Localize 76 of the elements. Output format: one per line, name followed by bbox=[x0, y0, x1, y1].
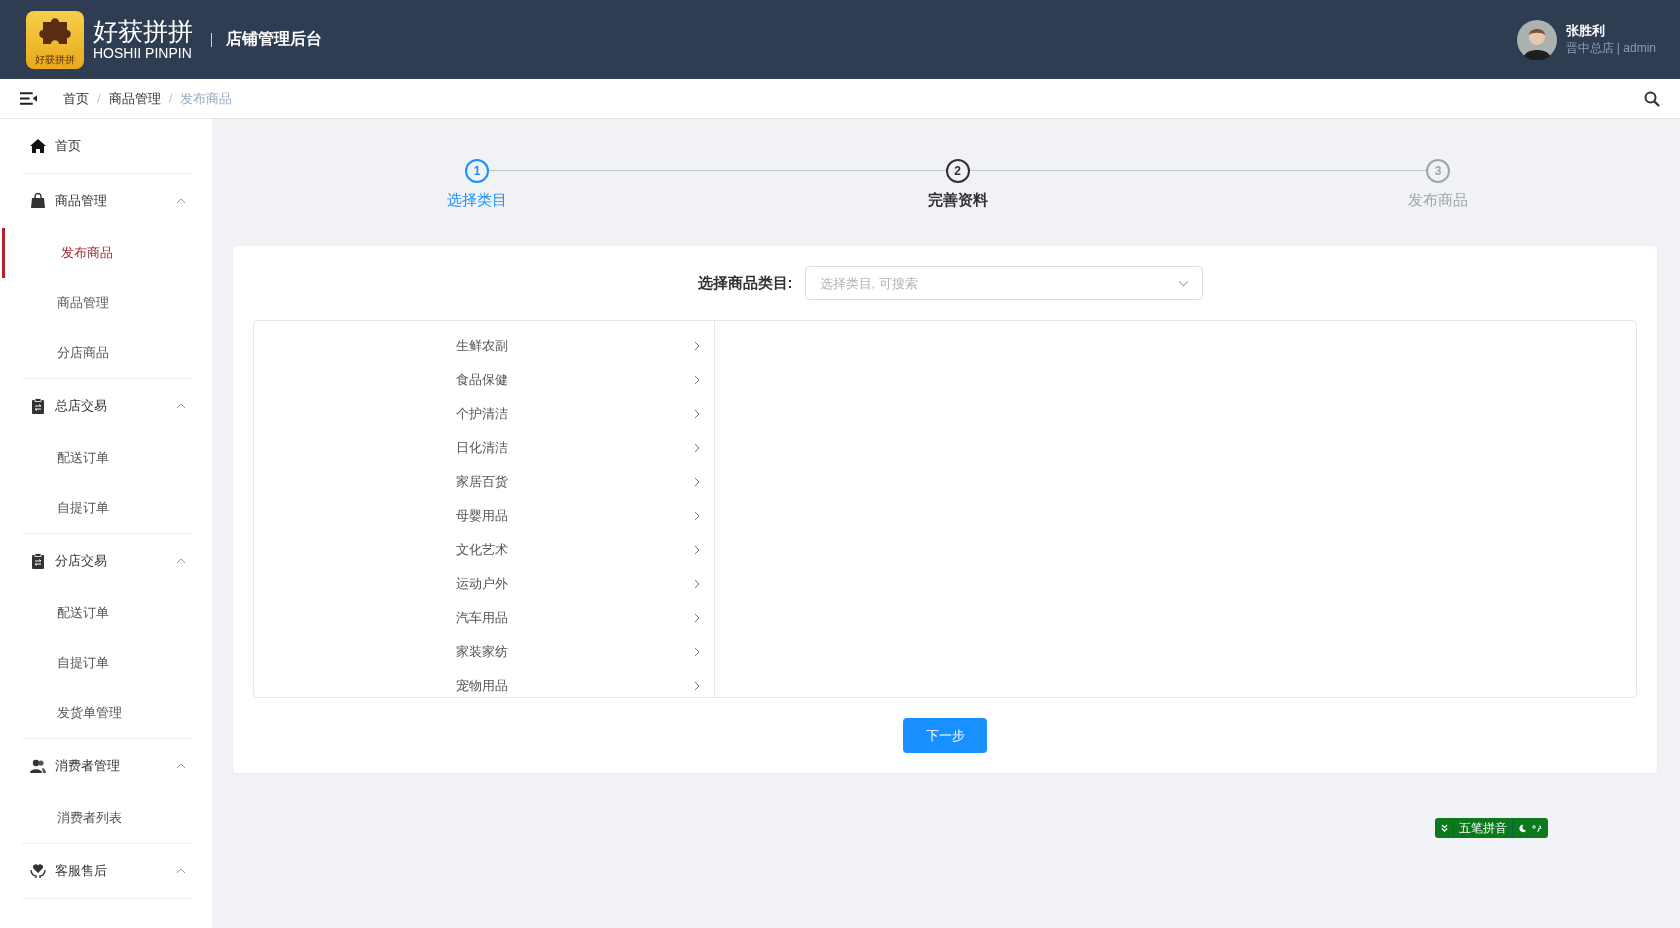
category-item[interactable]: 汽车用品 bbox=[254, 601, 714, 635]
system-title: 店铺管理后台 bbox=[226, 29, 322, 49]
form-label: 选择商品类目: bbox=[697, 273, 793, 293]
brand-subtitle: HOSHII PINPIN bbox=[93, 45, 193, 61]
sidebar-item[interactable]: 首页 bbox=[22, 119, 192, 173]
sidebar-subitem[interactable]: 配送订单 bbox=[22, 433, 192, 483]
sidebar-item[interactable]: 分店交易 bbox=[22, 534, 192, 588]
breadcrumb-separator: / bbox=[97, 91, 101, 106]
caret-icon bbox=[1177, 280, 1189, 287]
category-item[interactable]: 食品保健 bbox=[254, 363, 714, 397]
chevron-right-icon bbox=[694, 511, 700, 521]
input-method-label[interactable]: 五笔拼音 bbox=[1453, 819, 1513, 837]
category-item[interactable]: 文化艺术 bbox=[254, 533, 714, 567]
avatar[interactable] bbox=[1516, 19, 1557, 60]
chevron-right-icon bbox=[694, 375, 700, 385]
chevron-up-icon bbox=[176, 763, 186, 769]
breadcrumb-current: 发布商品 bbox=[180, 89, 233, 108]
sidebar-subitem[interactable]: 发布商品 bbox=[22, 228, 192, 278]
category-item[interactable]: 日化清洁 bbox=[254, 431, 714, 465]
punctuation-icon[interactable] bbox=[1532, 824, 1542, 832]
sidebar-subitem[interactable]: 配送订单 bbox=[22, 588, 192, 638]
category-item[interactable]: 母婴用品 bbox=[254, 499, 714, 533]
step-label: 发布商品 bbox=[1408, 191, 1468, 210]
heart-hand-icon bbox=[30, 863, 46, 879]
chevron-right-icon bbox=[694, 477, 700, 487]
clipboard-icon bbox=[30, 398, 46, 414]
chevron-right-icon bbox=[694, 341, 700, 351]
moon-icon[interactable] bbox=[1518, 823, 1527, 833]
brand-name: 好获拼拼 bbox=[93, 18, 193, 45]
sidebar-subitem[interactable]: 消费者列表 bbox=[22, 793, 192, 843]
category-item[interactable]: 运动户外 bbox=[254, 567, 714, 601]
logo-text: 好获拼拼 bbox=[35, 54, 75, 65]
shopping-bag-icon bbox=[30, 193, 46, 209]
breadcrumb-link[interactable]: 商品管理 bbox=[108, 89, 161, 108]
chevron-right-icon bbox=[694, 545, 700, 555]
chevron-right-icon bbox=[694, 613, 700, 623]
step-number: 2 bbox=[945, 159, 970, 183]
chevron-up-icon bbox=[176, 868, 186, 874]
chevron-right-icon bbox=[694, 409, 700, 419]
sidebar-item[interactable]: 客服售后 bbox=[22, 844, 192, 898]
category-item[interactable]: 宠物用品 bbox=[254, 669, 714, 697]
sidebar-subitem[interactable]: 发货单管理 bbox=[22, 688, 192, 738]
chevron-up-icon bbox=[176, 198, 186, 204]
sidebar-subitem[interactable]: 自提订单 bbox=[22, 483, 192, 533]
double-chevron-icon[interactable] bbox=[1441, 823, 1448, 833]
sidebar-item[interactable]: 总店交易 bbox=[22, 379, 192, 433]
search-icon[interactable] bbox=[1644, 90, 1660, 107]
step-number: 1 bbox=[465, 159, 489, 183]
sidebar-item[interactable]: 消费者管理 bbox=[22, 739, 192, 793]
category-item[interactable]: 家装家纺 bbox=[254, 635, 714, 669]
category-select[interactable]: 选择类目, 可搜索 bbox=[804, 266, 1203, 300]
breadcrumb-separator: / bbox=[168, 91, 173, 106]
chevron-up-icon bbox=[176, 403, 186, 409]
home-icon bbox=[30, 138, 46, 154]
chevron-up-icon bbox=[176, 558, 186, 564]
chevron-right-icon bbox=[694, 647, 700, 657]
users-icon bbox=[30, 758, 46, 774]
breadcrumb-link[interactable]: 首页 bbox=[63, 89, 89, 108]
selection-bar bbox=[2, 228, 5, 278]
category-item[interactable]: 生鲜农副 bbox=[254, 329, 714, 363]
chevron-right-icon bbox=[694, 681, 700, 691]
step-label: 完善资料 bbox=[927, 191, 988, 210]
category-item[interactable]: 家居百货 bbox=[254, 465, 714, 499]
sidebar-subitem[interactable]: 商品管理 bbox=[22, 278, 192, 328]
step-number: 3 bbox=[1426, 159, 1450, 183]
clipboard-icon bbox=[30, 553, 46, 569]
user-role: 晋中总店 | admin bbox=[1565, 40, 1656, 57]
sidebar-item[interactable]: 商品管理 bbox=[22, 174, 192, 228]
chevron-right-icon bbox=[694, 443, 700, 453]
user-name: 张胜利 bbox=[1565, 22, 1606, 40]
chevron-right-icon bbox=[694, 579, 700, 589]
sidebar-subitem[interactable]: 分店商品 bbox=[22, 328, 192, 378]
category-item[interactable]: 个护清洁 bbox=[254, 397, 714, 431]
step-label: 选择类目 bbox=[447, 191, 507, 210]
menu-icon[interactable] bbox=[20, 92, 37, 105]
sidebar-subitem[interactable]: 自提订单 bbox=[22, 638, 192, 688]
